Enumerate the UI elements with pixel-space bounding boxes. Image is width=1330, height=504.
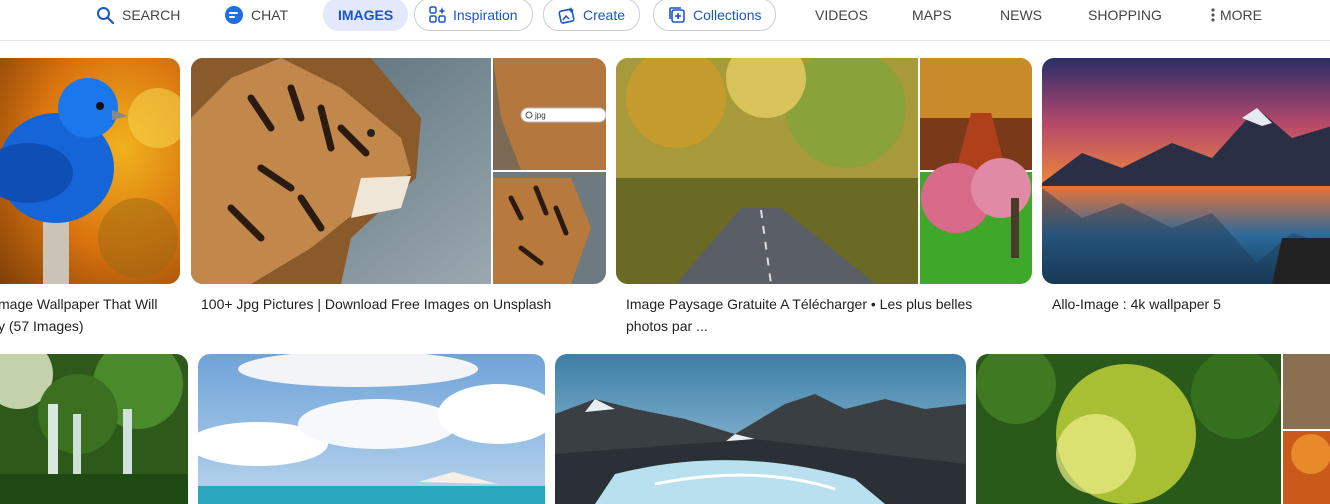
chat-icon	[224, 5, 244, 25]
tab-maps-label: MAPS	[912, 7, 952, 23]
image-result-mountain-lake[interactable]	[1042, 58, 1330, 284]
result-caption-1-line2: y (57 Images)	[0, 318, 84, 334]
image-result-mountain-river[interactable]	[555, 354, 966, 504]
tab-videos-label: VIDEOS	[815, 7, 868, 23]
collections-icon	[668, 6, 686, 24]
tab-maps[interactable]: MAPS	[912, 0, 952, 30]
result-caption-3-line1: Image Paysage Gratuite A Télécharger • L…	[626, 296, 973, 312]
tiger-collage-thumbnail: jpg	[191, 58, 606, 284]
tab-search[interactable]: SEARCH	[96, 0, 180, 30]
tab-shopping-label: SHOPPING	[1088, 7, 1162, 23]
forest-sunlight-collage-thumbnail	[976, 354, 1330, 504]
beach-thumbnail	[198, 354, 545, 504]
result-caption-1[interactable]: mage Wallpaper That Will y (57 Images)	[0, 293, 158, 337]
create-label: Create	[583, 6, 626, 23]
tab-images-label: IMAGES	[338, 6, 394, 23]
create-button[interactable]: Create	[543, 0, 641, 31]
tab-chat-label: CHAT	[251, 7, 289, 23]
waterfall-thumbnail	[0, 354, 188, 504]
search-icon	[96, 6, 115, 25]
result-caption-2[interactable]: 100+ Jpg Pictures | Download Free Images…	[201, 293, 551, 315]
inspiration-label: Inspiration	[453, 6, 518, 23]
sparkle-grid-icon	[429, 6, 446, 23]
result-caption-3[interactable]: Image Paysage Gratuite A Télécharger • L…	[626, 293, 972, 337]
result-caption-4-line1: Allo-Image : 4k wallpaper 5	[1052, 296, 1221, 312]
image-result-forest-sunlight[interactable]	[976, 354, 1330, 504]
tab-videos[interactable]: VIDEOS	[815, 0, 868, 30]
image-result-blue-bird[interactable]	[0, 58, 180, 284]
result-caption-1-line1: mage Wallpaper That Will	[0, 296, 158, 312]
forest-road-collage-thumbnail	[616, 58, 1032, 284]
tab-more[interactable]: MORE	[1211, 0, 1262, 30]
thumb-search-text: jpg	[534, 111, 546, 120]
tab-more-label: MORE	[1220, 7, 1262, 23]
tab-chat[interactable]: CHAT	[224, 0, 288, 30]
result-caption-4[interactable]: Allo-Image : 4k wallpaper 5	[1052, 293, 1221, 315]
create-image-icon	[558, 6, 576, 24]
tab-shopping[interactable]: SHOPPING	[1088, 0, 1162, 30]
more-vertical-icon	[1211, 8, 1215, 22]
image-result-beach[interactable]	[198, 354, 545, 504]
tab-images[interactable]: IMAGES	[323, 0, 409, 31]
blue-bird-thumbnail	[0, 58, 180, 284]
vertical-nav-bar: SEARCH CHAT IMAGES Inspiration Create Co…	[0, 0, 1330, 41]
collections-button[interactable]: Collections	[653, 0, 777, 31]
tab-news-label: NEWS	[1000, 7, 1042, 23]
result-caption-2-line1: 100+ Jpg Pictures | Download Free Images…	[201, 296, 552, 312]
image-result-waterfall[interactable]	[0, 354, 188, 504]
mountain-lake-thumbnail	[1042, 58, 1330, 284]
image-result-forest-road[interactable]	[616, 58, 1032, 284]
result-caption-3-line2: photos par ...	[626, 318, 708, 334]
collections-label: Collections	[693, 6, 762, 23]
mountain-river-thumbnail	[555, 354, 966, 504]
tab-news[interactable]: NEWS	[1000, 0, 1042, 30]
inspiration-button[interactable]: Inspiration	[414, 0, 533, 31]
image-result-tiger[interactable]: jpg	[191, 58, 606, 284]
tab-search-label: SEARCH	[122, 7, 181, 23]
